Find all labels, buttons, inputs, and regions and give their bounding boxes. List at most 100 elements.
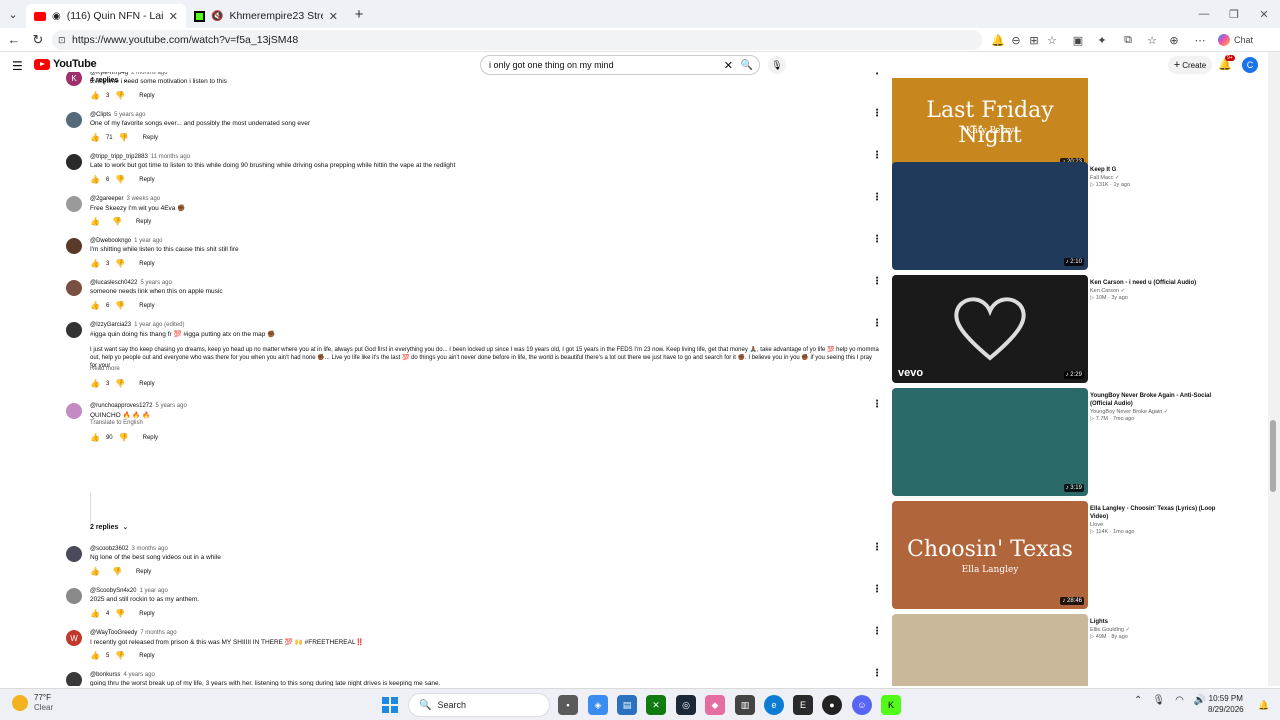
reply-button[interactable]: Reply	[139, 381, 154, 387]
weather-widget[interactable]: 77°F Clear	[12, 693, 53, 713]
reply-button[interactable]: Reply	[139, 261, 154, 267]
thumbs-down-icon[interactable]: 👎	[112, 217, 122, 226]
puzzle-icon[interactable]: ✦	[1094, 32, 1110, 48]
video-info[interactable]: Ella Langley - Choosin' Texas (Lyrics) (…	[1090, 505, 1230, 535]
thumbs-up-icon[interactable]: 👍	[90, 379, 100, 388]
collections-icon[interactable]: ⊕	[1166, 32, 1182, 48]
clock[interactable]: 10:59 PM 8/29/2026	[1208, 693, 1244, 715]
read-more-link[interactable]: Read more	[90, 366, 120, 372]
extension-icon[interactable]: ▣	[1070, 32, 1086, 48]
thumbs-up-icon[interactable]: 👍	[90, 217, 100, 226]
edge-icon[interactable]: e	[764, 695, 784, 715]
thumbs-down-icon[interactable]: 👎	[115, 301, 125, 310]
discord-icon[interactable]: ☺	[852, 695, 872, 715]
tab-youtube[interactable]: ◉ (116) Quin NFN - Laid Back (O ✕	[26, 4, 186, 28]
comment-author[interactable]: @runchoapproves1272	[90, 403, 152, 409]
more-options-icon[interactable]: ⋮	[872, 584, 882, 595]
video-thumbnail[interactable]: ♪ 3:19	[892, 388, 1088, 496]
commenter-avatar[interactable]	[66, 672, 82, 686]
channel-name[interactable]: YoungBoy Never Broke Again ✓	[1090, 409, 1230, 415]
tab-list-chevron-icon[interactable]: ⌄	[0, 0, 26, 28]
notifications-toolbar-icon[interactable]: 🔔	[990, 32, 1006, 48]
comment-author[interactable]: @bonkurss	[90, 672, 120, 678]
close-tab-icon[interactable]: ✕	[169, 10, 178, 23]
thumbs-up-icon[interactable]: 👍	[90, 301, 100, 310]
zoom-icon[interactable]: ⊖	[1008, 32, 1024, 48]
minimize-icon[interactable]: —	[1188, 0, 1220, 28]
reload-icon[interactable]: ↻	[26, 28, 50, 52]
clear-search-icon[interactable]: ✕	[724, 59, 733, 72]
microphone-icon[interactable]: 🎙	[1152, 695, 1165, 706]
reply-button[interactable]: Reply	[139, 611, 154, 617]
commenter-avatar[interactable]: K	[66, 72, 82, 86]
new-tab-button[interactable]: +	[346, 0, 372, 28]
comment-author[interactable]: @WayTooGreedy	[90, 630, 137, 636]
volume-icon[interactable]: 🔊	[1194, 695, 1206, 706]
task-view-icon[interactable]: ▪	[558, 695, 578, 715]
commenter-avatar[interactable]	[66, 238, 82, 254]
video-thumbnail[interactable]: ELLIE GOULDING	[892, 614, 1088, 686]
reply-button[interactable]: Reply	[143, 435, 158, 441]
reply-button[interactable]: Reply	[139, 653, 154, 659]
video-title[interactable]: Keep It G	[1090, 166, 1230, 174]
app-available-icon[interactable]: ⊞	[1026, 32, 1042, 48]
commenter-avatar[interactable]	[66, 322, 82, 338]
channel-name[interactable]: Ellie Goulding ✓	[1090, 627, 1230, 633]
video-info[interactable]: Keep It G Fall Macc ✓ ▷ 131K · 1y ago	[1090, 166, 1230, 188]
video-thumbnail[interactable]: Choosin' Texas Ella Langley ♪ 28:46	[892, 501, 1088, 609]
favorite-star-icon[interactable]: ☆	[1044, 32, 1060, 48]
reply-button[interactable]: Reply	[139, 303, 154, 309]
commenter-avatar[interactable]: W	[66, 630, 82, 646]
comment-author[interactable]: @Clipts	[90, 112, 111, 118]
more-options-icon[interactable]: ⋮	[872, 150, 882, 161]
chevron-up-icon[interactable]: ⌃	[1134, 695, 1142, 706]
commenter-avatar[interactable]	[66, 546, 82, 562]
more-options-icon[interactable]: ⋮	[872, 276, 882, 287]
comment-author[interactable]: @2gareeper	[90, 196, 123, 202]
comment-author[interactable]: @scoobz3602	[90, 546, 128, 552]
video-info[interactable]: Lights Ellie Goulding ✓ ▷ 49M · 8y ago	[1090, 618, 1230, 640]
wifi-icon[interactable]: ◠	[1175, 695, 1184, 706]
commenter-avatar[interactable]	[66, 154, 82, 170]
more-options-icon[interactable]: ⋮	[872, 234, 882, 245]
scrollbar-thumb[interactable]	[1270, 420, 1276, 492]
url-field[interactable]: ⊡ https://www.youtube.com/watch?v=f5a_13…	[52, 30, 982, 50]
thumbs-up-icon[interactable]: 👍	[90, 91, 100, 100]
thumbs-up-icon[interactable]: 👍	[90, 609, 100, 618]
close-tab-icon[interactable]: ✕	[329, 10, 338, 23]
thumbs-down-icon[interactable]: 👎	[115, 91, 125, 100]
thumbs-down-icon[interactable]: 👎	[115, 609, 125, 618]
site-info-icon[interactable]: ⊡	[58, 35, 72, 46]
commenter-avatar[interactable]	[66, 196, 82, 212]
notification-center-icon[interactable]: 🔔	[1254, 695, 1274, 715]
hamburger-menu-icon[interactable]: ☰	[12, 59, 23, 73]
more-options-icon[interactable]: ⋮	[872, 668, 882, 679]
more-options-icon[interactable]: ⋮	[872, 108, 882, 119]
comment-author[interactable]: @Dwebookngo	[90, 238, 131, 244]
obs-icon[interactable]: ●	[822, 695, 842, 715]
comment-author[interactable]: @lucaslesch0422	[90, 280, 137, 286]
close-window-icon[interactable]: ✕	[1248, 0, 1280, 28]
video-info[interactable]: YoungBoy Never Broke Again - Anti-Social…	[1090, 392, 1230, 422]
muted-icon[interactable]: 🔇	[211, 11, 223, 22]
steam-icon[interactable]: ◎	[676, 695, 696, 715]
more-menu-icon[interactable]: ⋯	[1192, 32, 1208, 48]
thumbs-down-icon[interactable]: 👎	[115, 379, 125, 388]
thumbs-down-icon[interactable]: 👎	[119, 133, 129, 142]
reply-button[interactable]: Reply	[136, 569, 151, 575]
create-button[interactable]: + Create	[1168, 56, 1212, 74]
comment-author[interactable]: @ScoobySn4x20	[90, 588, 136, 594]
video-title[interactable]: Lights	[1090, 618, 1230, 626]
copilot-chat-button[interactable]: Chat	[1218, 32, 1264, 48]
scrollbar-track[interactable]	[1268, 52, 1280, 686]
epic-games-icon[interactable]: E	[793, 695, 813, 715]
more-options-icon[interactable]: ⋮	[872, 542, 882, 553]
comment-author[interactable]: @IzzyGarcia23	[90, 322, 131, 328]
account-avatar[interactable]: C	[1242, 57, 1258, 73]
thumbs-down-icon[interactable]: 👎	[115, 259, 125, 268]
maximize-icon[interactable]: ❐	[1218, 0, 1250, 28]
thumbs-down-icon[interactable]: 👎	[115, 175, 125, 184]
thumbs-up-icon[interactable]: 👍	[90, 651, 100, 660]
start-button[interactable]	[380, 695, 400, 715]
split-screen-icon[interactable]: ⧉	[1120, 32, 1136, 48]
